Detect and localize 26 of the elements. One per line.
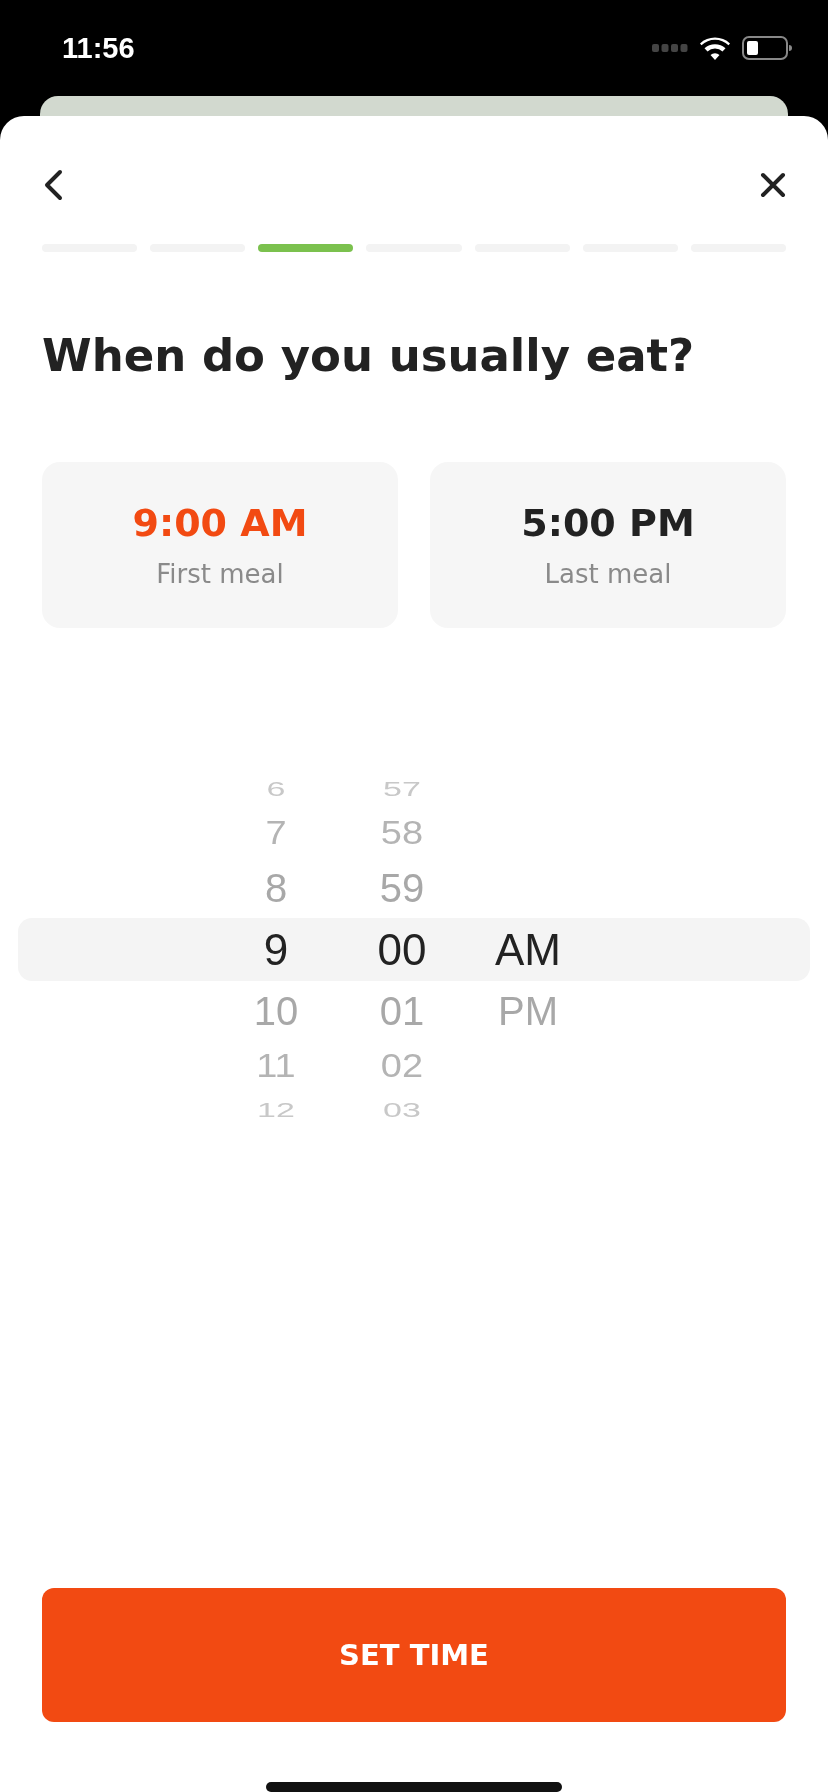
picker-option[interactable]: 9 [263,927,289,972]
signal-icon [652,44,688,52]
wifi-icon [700,36,730,60]
picker-option[interactable]: AM [495,927,561,972]
meal-card[interactable]: 9:00 AM First meal [42,462,398,628]
meal-label: Last meal [544,558,672,591]
picker-option[interactable]: 7 [265,816,287,850]
meal-label: First meal [156,558,284,591]
picker-option[interactable]: 8 [264,868,288,908]
picker-option[interactable]: 11 [256,1049,296,1083]
meal-time: 9:00 AM [132,500,308,547]
picker-option[interactable]: 58 [380,816,424,850]
close-icon[interactable] [760,172,786,198]
picker-option[interactable]: PM [498,991,558,1031]
back-icon[interactable] [42,169,64,201]
set-time-button[interactable]: SET TIME [42,1588,786,1722]
picker-option[interactable]: 00 [377,927,427,972]
meal-time: 5:00 PM [521,500,695,547]
question-title: When do you usually eat? [42,328,696,384]
meal-card[interactable]: 5:00 PM Last meal [430,462,786,628]
picker-option[interactable]: 02 [380,1049,424,1083]
battery-icon [742,36,792,60]
picker-option[interactable]: 59 [379,868,425,908]
picker-option[interactable]: 01 [379,991,425,1031]
status-time: 11:56 [62,31,136,65]
picker-option[interactable]: 10 [253,991,299,1031]
